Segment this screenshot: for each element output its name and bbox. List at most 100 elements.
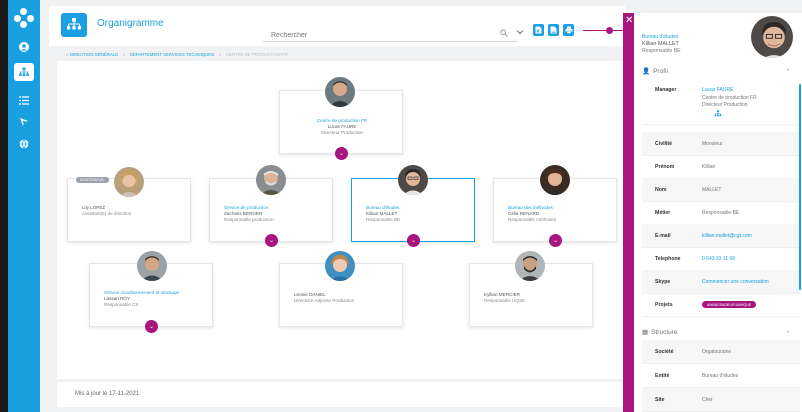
panel-side-strip [623,13,634,412]
field-value: MALLET [702,187,722,193]
close-icon[interactable]: ✕ [625,15,633,26]
avatar[interactable] [325,251,355,281]
home-icon[interactable]: ⌂ [66,52,69,57]
field-value: Cher [702,397,713,403]
field-label: E-mail [655,233,671,239]
org-chart-icon [61,13,87,37]
field-value: Monsieur [702,141,723,147]
chevron-up-icon[interactable]: ⌃ [785,68,791,76]
breadcrumb-item-department[interactable]: DÉPARTEMENT SERVICES TECHNIQUES [130,52,214,57]
panel-role: Responsable BE [642,48,681,54]
field-label: Telephone [655,256,681,262]
expand-toggle[interactable]: ⌄ [549,234,562,247]
field-row: Entité Bureau d'études [642,364,800,388]
list-nav-icon[interactable] [14,91,34,109]
chevron-up-icon[interactable]: ⌃ [785,330,791,338]
card-role: Responsable méthodes [508,217,557,222]
structure-section-title: Structure [651,328,678,336]
field-value: Orgatouraine [702,349,732,355]
compass-nav-icon[interactable] [14,113,34,131]
field-row: Projets AMBASSADEUR MARQUE [642,293,800,317]
export-pdf-button[interactable] [548,24,559,36]
org-chart-canvas[interactable]: Centre de production FR Lucas FAURE Dire… [57,61,625,379]
avatar[interactable] [540,165,570,195]
field-label: Entité [655,373,670,379]
org-chart-nav-icon[interactable] [14,63,34,81]
field-row: Métier Responsable BE [642,201,800,225]
export-excel-button[interactable] [533,24,544,36]
email-link[interactable]: killian.mallet@cgt.com [702,233,752,239]
breadcrumb-separator: › [123,52,125,57]
expand-toggle[interactable]: ⌄ [407,234,420,247]
field-label: Site [655,397,665,403]
card-role: Responsable production [224,217,274,222]
field-value: Killian [702,164,716,170]
person-icon: 👤 [642,68,651,75]
breadcrumb-separator: › [219,52,221,57]
field-label: Métier [655,210,671,216]
avatar[interactable] [256,165,286,195]
org-chart-app: Organigramme ⌂ DIRECTION GÉNÉRALE › DÉPA… [8,0,802,412]
org-chart-icon[interactable] [714,110,722,119]
profile-section-header[interactable]: 👤 Profil [642,67,668,76]
card-role: Directrice Adjointe Production [294,298,355,303]
manager-dept: Centre de production FR [702,95,757,101]
profile-nav-icon[interactable] [14,38,34,56]
field-label: Manager [655,87,677,93]
avatar[interactable] [114,167,144,197]
app-logo[interactable] [14,8,34,28]
manager-link[interactable]: Lucas FAURE [702,87,733,93]
structure-section-header[interactable]: ▦ Structure [642,328,678,337]
skype-link[interactable]: Commencer une conversation [702,279,769,285]
profile-section-title: Profil [653,67,668,75]
expand-toggle[interactable]: ⌄ [265,234,278,247]
assistant-badge: Assistant(e) [76,177,109,183]
panel-name: Killian MALLET [642,41,679,47]
field-label: Nom [655,187,667,193]
field-row: Nom MALLET [642,178,800,202]
card-role: Responsable BE [366,217,401,222]
field-value: Responsable BE [702,210,740,216]
panel-dept[interactable]: Bureau d'études [642,34,678,40]
search-icon[interactable] [500,29,508,39]
field-value: Bureau d'études [702,373,739,379]
field-label: Skype [655,279,671,285]
field-label: Projets [655,302,673,308]
field-row: Site Cher [642,388,800,412]
breadcrumb-item-direction[interactable]: DIRECTION GÉNÉRALE [70,52,118,57]
project-badge[interactable]: AMBASSADEUR MARQUE [702,301,757,308]
chevron-down-icon[interactable] [516,28,524,38]
expand-toggle[interactable]: ⌄ [335,147,348,160]
card-role: Responsable CS [104,302,139,307]
avatar[interactable] [137,251,167,281]
card-role: Assistant(e) de direction [82,211,132,216]
panel-avatar [749,14,795,60]
avatar[interactable] [515,251,545,281]
search-input[interactable] [263,30,518,42]
globe-nav-icon[interactable] [14,135,34,153]
field-row: Civilité Monsieur [642,132,800,156]
panel-scrollbar[interactable] [799,84,801,290]
card-role: Responsable HQSE [484,298,526,303]
field-row: Société Orgatouraine [642,340,800,364]
avatar[interactable] [398,165,428,195]
last-updated-text: Mis à jour le 17-11-2021 [75,391,140,397]
field-label: Prénom [655,164,675,170]
building-icon: ▦ [642,329,649,336]
manager-row: Manager Lucas FAURE Centre de production… [642,79,800,125]
expand-toggle[interactable]: ⌄ [145,320,158,333]
field-row: E-mail killian.mallet@cgt.com [642,224,800,248]
avatar[interactable] [325,77,355,107]
page-title: Organigramme [97,18,164,29]
field-row: Telephone 0 643 33 11 68 [642,247,800,271]
breadcrumb-current: CENTRE DE PRODUCTION FR [225,52,288,57]
phone-link[interactable]: 0 643 33 11 68 [702,256,735,262]
left-nav-rail [8,0,40,412]
field-label: Civilité [655,141,673,147]
zoom-slider-track[interactable] [583,30,623,31]
zoom-slider-knob[interactable] [606,27,613,34]
breadcrumb: ⌂ DIRECTION GÉNÉRALE › DÉPARTEMENT SERVI… [66,52,288,57]
footer-bar: Mis à jour le 17-11-2021 [57,381,625,407]
print-button[interactable] [563,24,574,36]
field-label: Société [655,349,674,355]
